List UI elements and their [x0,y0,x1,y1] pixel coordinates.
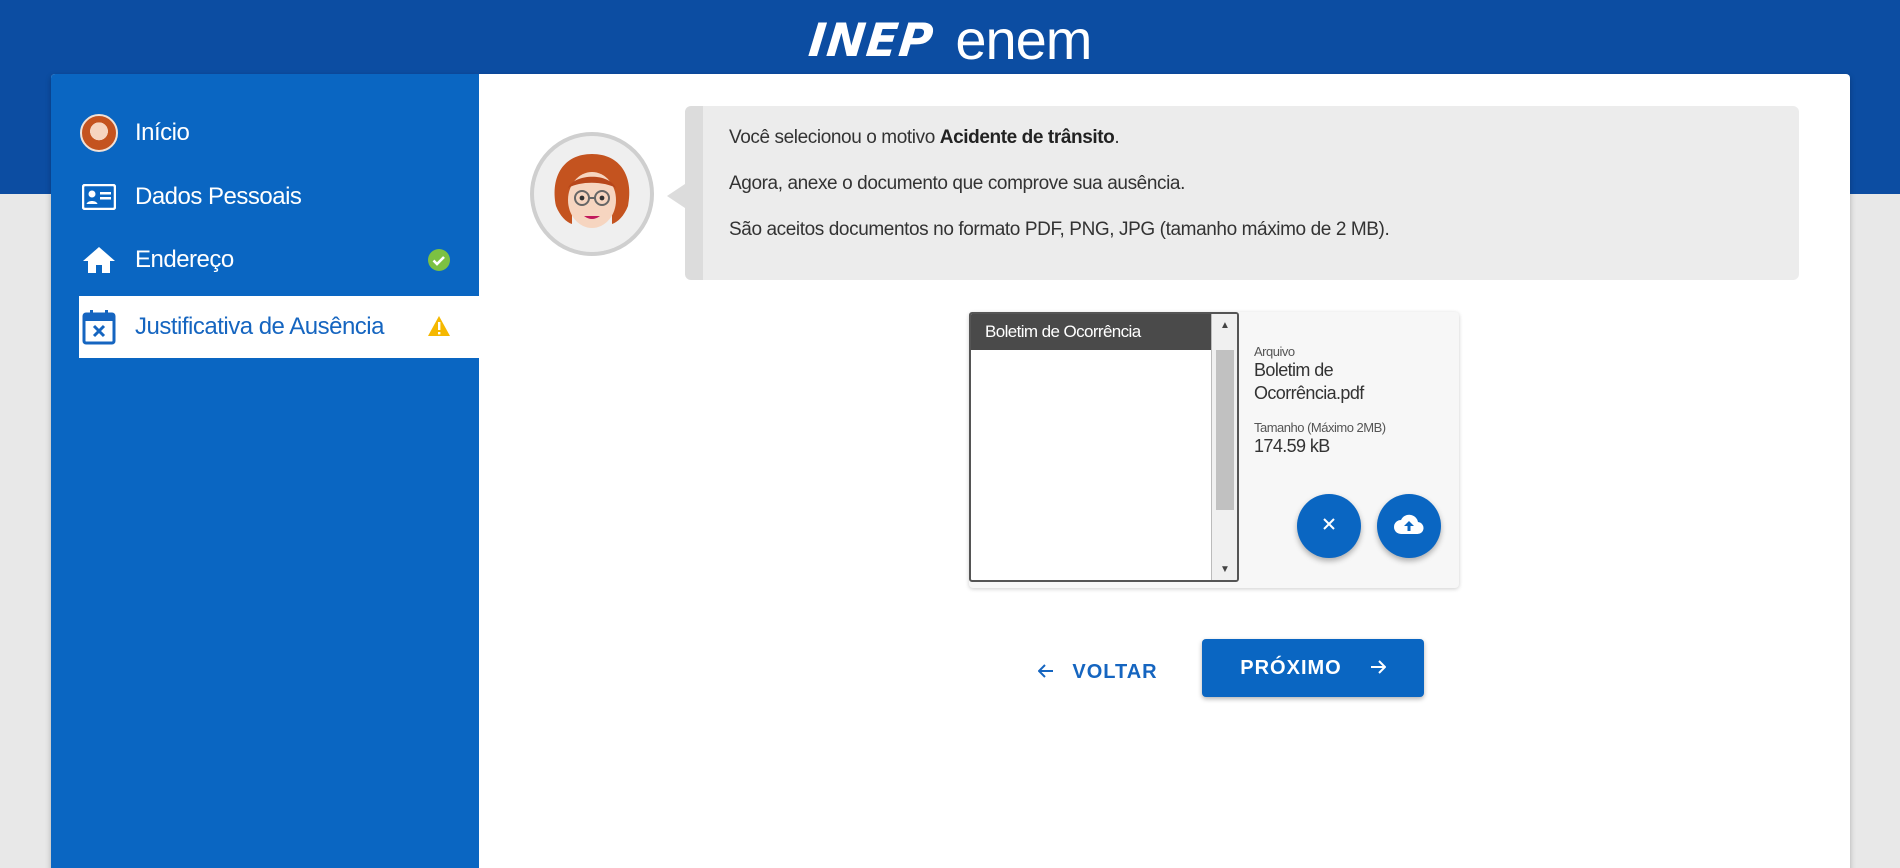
file-name: Boletim de Ocorrência.pdf [1254,360,1364,404]
sidebar-item-justificativa[interactable]: Justificativa de Ausência [79,296,479,358]
sidebar: Início Dados Pessoais Endereço Justifica… [51,74,479,868]
next-button[interactable]: PRÓXIMO [1202,639,1424,697]
document-type-option[interactable]: Boletim de Ocorrência [971,314,1211,350]
back-button-label: VOLTAR [1072,660,1158,683]
document-type-listbox[interactable]: Boletim de Ocorrência ▲ ▼ [969,312,1239,582]
instruction-bubble: Você selecionou o motivo Acidente de trâ… [667,106,1799,280]
id-card-icon [79,177,119,217]
upload-file-button[interactable] [1377,494,1441,558]
instruction-line-1: Você selecionou o motivo Acidente de trâ… [729,127,1120,148]
remove-file-button[interactable] [1297,494,1361,558]
sidebar-item-dados-pessoais[interactable]: Dados Pessoais [79,166,479,228]
back-button[interactable]: VOLTAR [1029,644,1167,700]
enem-logo: enem [955,8,1092,71]
home-icon [79,240,119,280]
sidebar-item-label: Justificativa de Ausência [135,313,384,340]
calendar-x-icon [79,307,119,347]
close-icon [1321,516,1337,537]
listbox-scrollbar[interactable]: ▲ ▼ [1211,314,1237,580]
file-label: Arquivo [1254,344,1295,359]
scroll-up-icon[interactable]: ▲ [1212,316,1237,334]
cloud-upload-icon [1394,513,1424,540]
inep-logo: INEP [805,13,937,67]
warning-icon [427,315,451,339]
scrollbar-thumb[interactable] [1216,350,1234,510]
instruction-line-3: São aceitos documentos no formato PDF, P… [729,218,1390,240]
file-info: Arquivo Boletim de Ocorrência.pdf Tamanh… [1254,344,1444,472]
avatar-icon [79,113,119,153]
sidebar-item-label: Endereço [135,246,234,273]
sidebar-item-inicio[interactable]: Início [79,102,479,164]
instruction-line-2: Agora, anexe o documento que comprove su… [729,172,1185,194]
sidebar-item-label: Dados Pessoais [135,183,302,210]
sidebar-item-endereco[interactable]: Endereço [79,229,479,291]
upload-card: Boletim de Ocorrência ▲ ▼ Arquivo Boleti… [969,312,1459,588]
assistant-avatar [530,132,654,256]
main-content: Você selecionou o motivo Acidente de trâ… [479,74,1850,868]
file-size: 174.59 kB [1254,435,1330,456]
check-circle-icon [427,248,451,272]
selected-reason: Acidente de trânsito [939,127,1115,148]
logo: INEP enem [0,12,1900,68]
sidebar-item-label: Início [135,119,190,146]
main-card: Início Dados Pessoais Endereço Justifica… [51,74,1850,868]
scroll-down-icon[interactable]: ▼ [1212,560,1237,578]
arrow-left-icon [1037,661,1054,684]
arrow-right-icon [1370,657,1387,680]
size-label: Tamanho (Máximo 2MB) [1254,419,1386,435]
next-button-label: PRÓXIMO [1240,656,1342,679]
